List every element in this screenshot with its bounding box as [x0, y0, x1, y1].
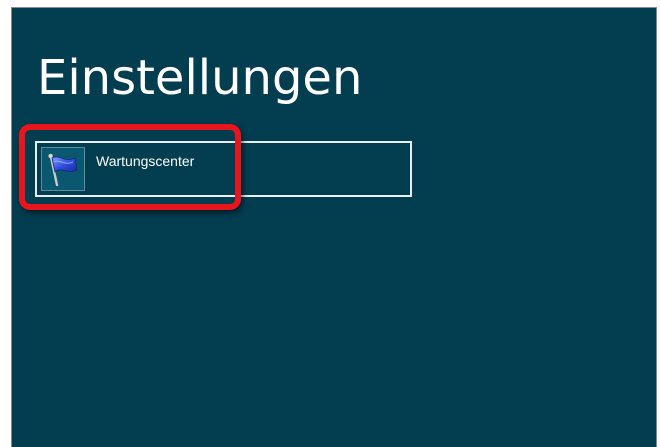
tile-label: Wartungscenter [96, 153, 195, 169]
page-title: Einstellungen [37, 50, 363, 106]
flag-icon [41, 147, 85, 191]
tile-wartungscenter[interactable]: Wartungscenter [35, 141, 412, 197]
settings-screen: Einstellungen Wartungscenter [11, 7, 657, 447]
